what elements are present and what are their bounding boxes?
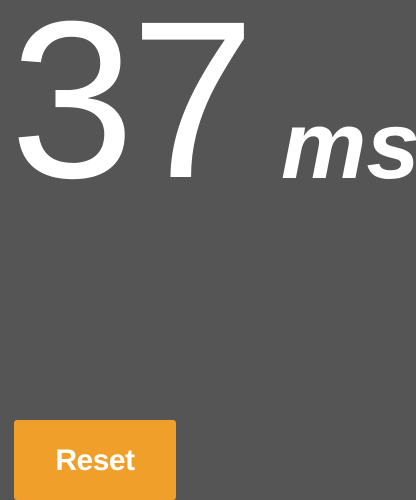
latency-unit: ms [281,92,416,199]
latency-display: 37 ms [0,0,416,200]
reset-button-label: Reset [55,444,135,477]
latency-value: 37 [10,0,255,200]
reset-button[interactable]: Reset [14,420,176,500]
